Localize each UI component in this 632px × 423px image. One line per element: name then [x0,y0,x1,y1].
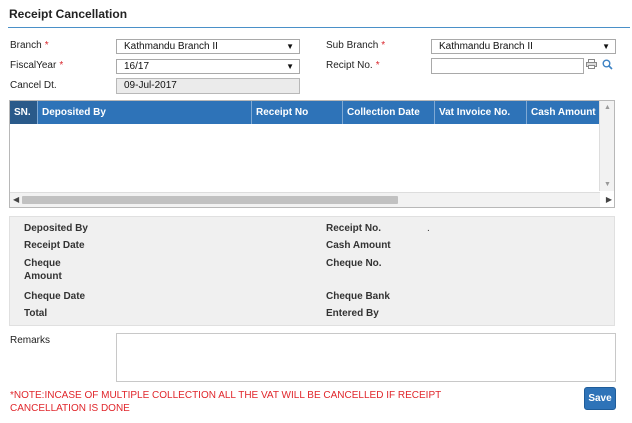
cheque-no-label: Cheque No. [326,258,382,269]
scroll-right-icon[interactable]: ▶ [606,195,612,204]
receipt-no-detail-value: . [427,223,430,234]
receipt-date-label: Receipt Date [24,240,85,251]
branch-select-value: Kathmandu Branch II [124,41,218,52]
remarks-textarea[interactable] [116,333,616,382]
receipt-grid[interactable]: SN. Deposited By Receipt No Collection D… [9,100,615,208]
required-marker: * [59,60,64,71]
scroll-thumb[interactable] [22,196,398,204]
cash-amount-label: Cash Amount [326,240,391,251]
sub-branch-label: Sub Branch * [326,40,385,51]
grid-header: SN. Deposited By Receipt No Collection D… [10,101,600,124]
branch-label-text: Branch [10,40,42,51]
fiscal-year-label: FiscalYear * [10,60,63,71]
required-marker: * [44,40,49,51]
chevron-down-icon: ▼ [286,42,294,51]
sub-branch-label-text: Sub Branch [326,40,379,51]
receipt-no-input[interactable] [431,58,584,74]
cancel-dt-label: Cancel Dt. [10,80,57,91]
grid-horizontal-scrollbar[interactable]: ◀ ▶ [10,192,612,207]
sub-branch-select[interactable]: Kathmandu Branch II ▼ [431,39,616,54]
receipt-no-label-text: Recipt No. [326,60,373,71]
fiscal-year-select[interactable]: 16/17 ▼ [116,59,300,74]
receipt-no-detail-label: Receipt No. [326,223,382,234]
column-header-receipt-no[interactable]: Receipt No [252,101,343,124]
total-label: Total [24,308,48,319]
cheque-amount-label-line2: Amount [24,271,62,282]
fiscal-year-label-text: FiscalYear [10,60,57,71]
column-header-cash-amount[interactable]: Cash Amount [527,101,600,124]
column-header-deposited-by[interactable]: Deposited By [38,101,252,124]
page-title: Receipt Cancellation [9,7,128,21]
save-button[interactable]: Save [584,387,616,410]
entered-by-label: Entered By [326,308,379,319]
sub-branch-select-value: Kathmandu Branch II [439,41,533,52]
cheque-bank-label: Cheque Bank [326,291,390,302]
column-header-collection-date[interactable]: Collection Date [343,101,435,124]
column-header-vat-invoice-no[interactable]: Vat Invoice No. [435,101,527,124]
chevron-down-icon: ▼ [602,42,610,51]
scroll-down-icon[interactable]: ▼ [604,181,611,188]
cancel-dt-field: 09-Jul-2017 [116,78,300,94]
remarks-label: Remarks [10,335,51,346]
branch-select[interactable]: Kathmandu Branch II ▼ [116,39,300,54]
chevron-down-icon: ▼ [286,62,294,71]
title-divider [8,27,630,28]
cancellation-note: *NOTE:INCASE OF MULTIPLE COLLECTION ALL … [10,390,442,414]
branch-label: Branch * [10,40,49,51]
required-marker: * [381,40,386,51]
receipt-details-panel: Deposited By Receipt Date Cheque Amount … [9,216,615,326]
scroll-up-icon[interactable]: ▲ [604,104,611,111]
grid-vertical-scrollbar[interactable]: ▲ ▼ [599,101,614,191]
printer-icon[interactable] [585,59,598,71]
column-header-sn[interactable]: SN. [10,101,38,124]
required-marker: * [375,60,380,71]
cheque-date-label: Cheque Date [24,291,86,302]
deposited-by-label: Deposited By [24,223,88,234]
receipt-no-label: Recipt No. * [326,60,380,71]
cheque-amount-label-line1: Cheque [24,258,61,269]
fiscal-year-select-value: 16/17 [124,61,150,72]
search-icon[interactable] [601,59,614,71]
scroll-left-icon[interactable]: ◀ [13,195,19,204]
